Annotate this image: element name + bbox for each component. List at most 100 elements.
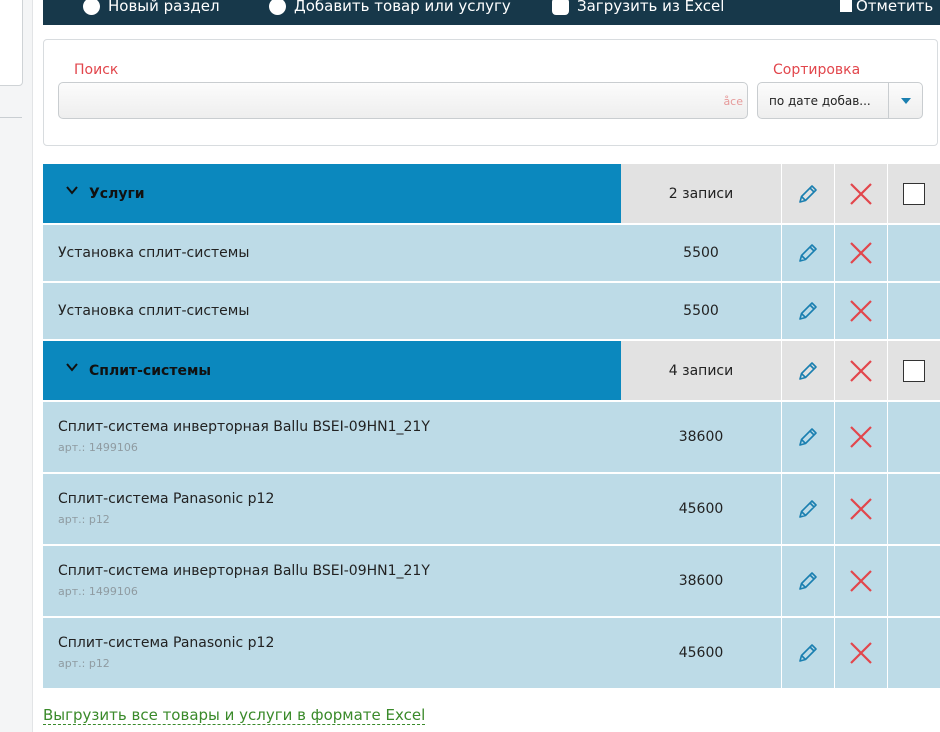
- list-item[interactable]: Сплит-система инверторная Ballu BSEI-09H…: [43, 546, 940, 618]
- select-cell[interactable]: [888, 164, 940, 223]
- upload-icon: [552, 0, 569, 15]
- item-name-cell: Сплит-система Panasonic p12 арт.: p12: [43, 618, 621, 688]
- delete-button[interactable]: [835, 225, 887, 281]
- sort-value: по дате добав...: [769, 94, 871, 108]
- group-name-cell[interactable]: Сплит-системы: [43, 341, 621, 400]
- sort-dropdown-button[interactable]: [888, 83, 922, 118]
- close-icon: [850, 642, 872, 664]
- pencil-icon: [799, 500, 817, 518]
- close-icon: [850, 242, 872, 264]
- edit-button[interactable]: [782, 341, 834, 400]
- delete-button[interactable]: [835, 618, 887, 688]
- item-price: 38600: [621, 402, 781, 472]
- search-panel: Поиск Сортировка åce по дате добав...: [43, 39, 938, 146]
- list-item[interactable]: Сплит-система инверторная Ballu BSEI-09H…: [43, 402, 940, 474]
- item-price: 5500: [621, 283, 781, 339]
- group-count: 4 записи: [621, 341, 781, 400]
- pencil-icon: [799, 428, 817, 446]
- add-item-label: Добавить товар или услугу: [294, 0, 511, 15]
- item-title: Сплит-система Panasonic p12: [58, 491, 275, 507]
- group-title: Услуги: [89, 186, 145, 202]
- list-item[interactable]: Сплит-система Panasonic p12 арт.: p12 45…: [43, 618, 940, 690]
- select-checkbox[interactable]: [903, 359, 925, 382]
- edit-button[interactable]: [782, 402, 834, 472]
- group-title: Сплит-системы: [89, 363, 212, 379]
- edit-button[interactable]: [782, 546, 834, 616]
- empty-cell: [888, 618, 940, 688]
- edit-button[interactable]: [782, 474, 834, 544]
- item-name-cell: Сплит-система Panasonic p12 арт.: p12: [43, 474, 621, 544]
- item-price: 45600: [621, 618, 781, 688]
- sort-label: Сортировка: [773, 62, 861, 78]
- item-sku: арт.: p12: [58, 657, 110, 670]
- export-excel-link[interactable]: Выгрузить все товары и услуги в формате …: [43, 706, 426, 725]
- sidebar-divider: [0, 117, 22, 118]
- item-sku: арт.: 1499106: [58, 585, 138, 598]
- plus-icon: [83, 0, 100, 15]
- group-row[interactable]: Услуги 2 записи: [43, 164, 940, 225]
- close-icon: [850, 182, 872, 205]
- edit-button[interactable]: [782, 618, 834, 688]
- delete-button[interactable]: [835, 402, 887, 472]
- pencil-icon: [799, 572, 817, 590]
- item-name-cell: Установка сплит-системы: [43, 283, 621, 339]
- delete-button[interactable]: [835, 164, 887, 223]
- close-icon: [850, 498, 872, 520]
- pencil-icon: [799, 184, 817, 203]
- delete-button[interactable]: [835, 283, 887, 339]
- pencil-icon: [799, 302, 817, 320]
- item-price: 45600: [621, 474, 781, 544]
- add-item-button[interactable]: Добавить товар или услугу: [269, 0, 511, 18]
- item-name-cell: Сплит-система инверторная Ballu BSEI-09H…: [43, 402, 621, 472]
- select-checkbox[interactable]: [903, 182, 925, 205]
- item-title: Сплит-система инверторная Ballu BSEI-09H…: [58, 563, 430, 579]
- search-label: Поиск: [74, 62, 119, 78]
- pencil-icon: [799, 644, 817, 662]
- close-icon: [850, 570, 872, 592]
- search-input[interactable]: åce: [58, 82, 748, 119]
- import-excel-label: Загрузить из Excel: [577, 0, 725, 15]
- search-hint: åce: [723, 95, 743, 108]
- edit-button[interactable]: [782, 225, 834, 281]
- list-item[interactable]: Установка сплит-системы 5500: [43, 225, 940, 283]
- delete-button[interactable]: [835, 474, 887, 544]
- left-sidebar: [0, 0, 33, 732]
- plus-icon: [269, 0, 286, 15]
- delete-button[interactable]: [835, 546, 887, 616]
- empty-cell: [888, 474, 940, 544]
- new-section-button[interactable]: Новый раздел: [83, 0, 220, 18]
- list-item[interactable]: Сплит-система Panasonic p12 арт.: p12 45…: [43, 474, 940, 546]
- group-name-cell[interactable]: Услуги: [43, 164, 621, 223]
- chevron-down-icon: [900, 97, 911, 104]
- close-icon: [850, 300, 872, 322]
- empty-cell: [888, 546, 940, 616]
- sidebar-card: [0, 0, 23, 86]
- list-item[interactable]: Установка сплит-системы 5500: [43, 283, 940, 341]
- sort-select[interactable]: по дате добав...: [757, 82, 923, 119]
- select-cell[interactable]: [888, 341, 940, 400]
- catalog-table: Услуги 2 записи Установка сплит-системы: [43, 164, 940, 690]
- item-title: Установка сплит-системы: [58, 245, 250, 261]
- item-name-cell: Установка сплит-системы: [43, 225, 621, 281]
- item-title: Установка сплит-системы: [58, 303, 250, 319]
- empty-cell: [888, 283, 940, 339]
- chevron-down-icon[interactable]: [65, 360, 79, 374]
- edit-button[interactable]: [782, 164, 834, 223]
- item-name-cell: Сплит-система инверторная Ballu BSEI-09H…: [43, 546, 621, 616]
- import-excel-button[interactable]: Загрузить из Excel: [552, 0, 724, 18]
- new-section-label: Новый раздел: [108, 0, 220, 15]
- close-icon: [850, 426, 872, 448]
- close-icon: [850, 359, 872, 382]
- item-price: 38600: [621, 546, 781, 616]
- empty-cell: [888, 402, 940, 472]
- mark-all-toggle[interactable]: Отметить: [840, 0, 933, 18]
- delete-button[interactable]: [835, 341, 887, 400]
- empty-cell: [888, 225, 940, 281]
- top-toolbar: Новый раздел Добавить товар или услугу З…: [43, 0, 940, 25]
- mark-all-checkbox[interactable]: [840, 0, 852, 12]
- chevron-down-icon[interactable]: [65, 183, 79, 197]
- item-sku: арт.: p12: [58, 513, 110, 526]
- edit-button[interactable]: [782, 283, 834, 339]
- group-count: 2 записи: [621, 164, 781, 223]
- group-row[interactable]: Сплит-системы 4 записи: [43, 341, 940, 402]
